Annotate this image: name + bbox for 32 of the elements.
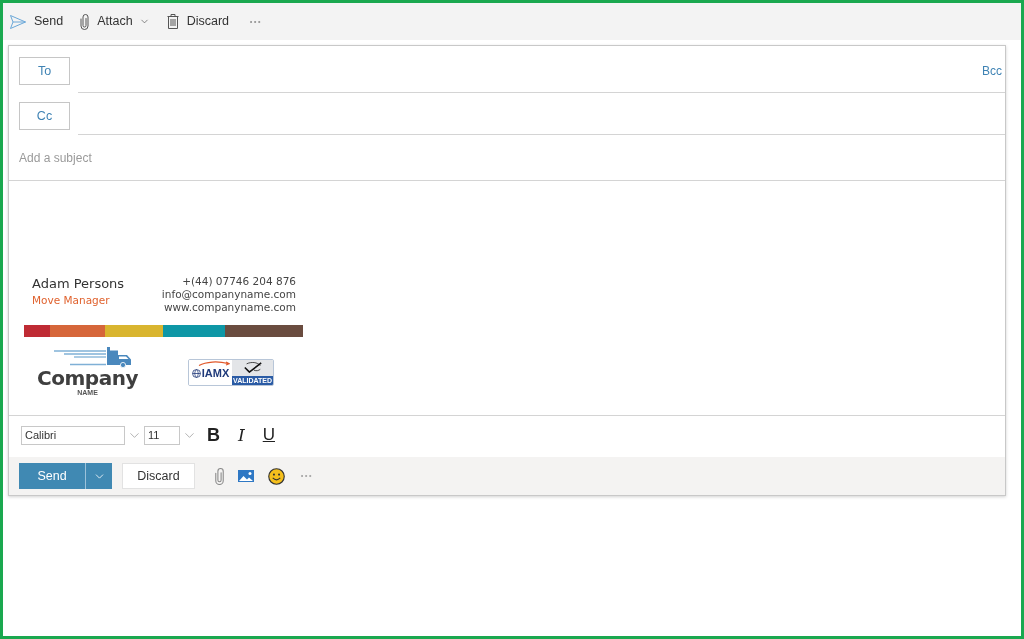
font-name-field[interactable]: Calibri (21, 426, 125, 445)
send-options-button[interactable] (85, 463, 112, 489)
toolbar-action-button[interactable]: Attach (80, 12, 150, 31)
bcc-link[interactable]: Bcc (982, 62, 1005, 80)
font-size-field[interactable]: 11 (144, 426, 180, 445)
truck-logo-icon (51, 347, 132, 368)
signature-email: info@companyname.com (161, 288, 296, 301)
recipient-button[interactable]: To (19, 57, 70, 85)
signature-job-title: Move Manager (32, 293, 111, 307)
toolbar-action-button[interactable]: Send (10, 12, 64, 31)
send-icon (10, 14, 26, 29)
trash-icon (166, 14, 179, 29)
badge-brand: IAMX (201, 366, 230, 380)
picture-icon (238, 470, 254, 482)
format-button[interactable]: B (207, 425, 220, 445)
format-button[interactable]: U (262, 425, 275, 445)
send-button[interactable]: Send (19, 463, 85, 489)
globe-icon (191, 368, 201, 378)
signature-website: www.companyname.com (162, 301, 296, 314)
discard-button[interactable]: Discard (122, 463, 195, 489)
signature-phone: +(44) 07746 204 876 (181, 275, 296, 288)
smiley-icon (268, 467, 285, 485)
logo-wordmark: Company (37, 368, 138, 389)
signature-name: Adam Persons (32, 276, 125, 292)
paperclip-icon (215, 467, 224, 485)
subject-input[interactable]: Add a subject (9, 135, 1005, 180)
checkmark-icon (242, 362, 263, 373)
swoosh-icon (197, 361, 230, 366)
recipient-button[interactable]: Cc (19, 102, 70, 130)
paperclip-icon (80, 13, 90, 30)
format-button[interactable]: I (238, 425, 245, 445)
toolbar-action-button[interactable]: Discard (166, 12, 229, 31)
